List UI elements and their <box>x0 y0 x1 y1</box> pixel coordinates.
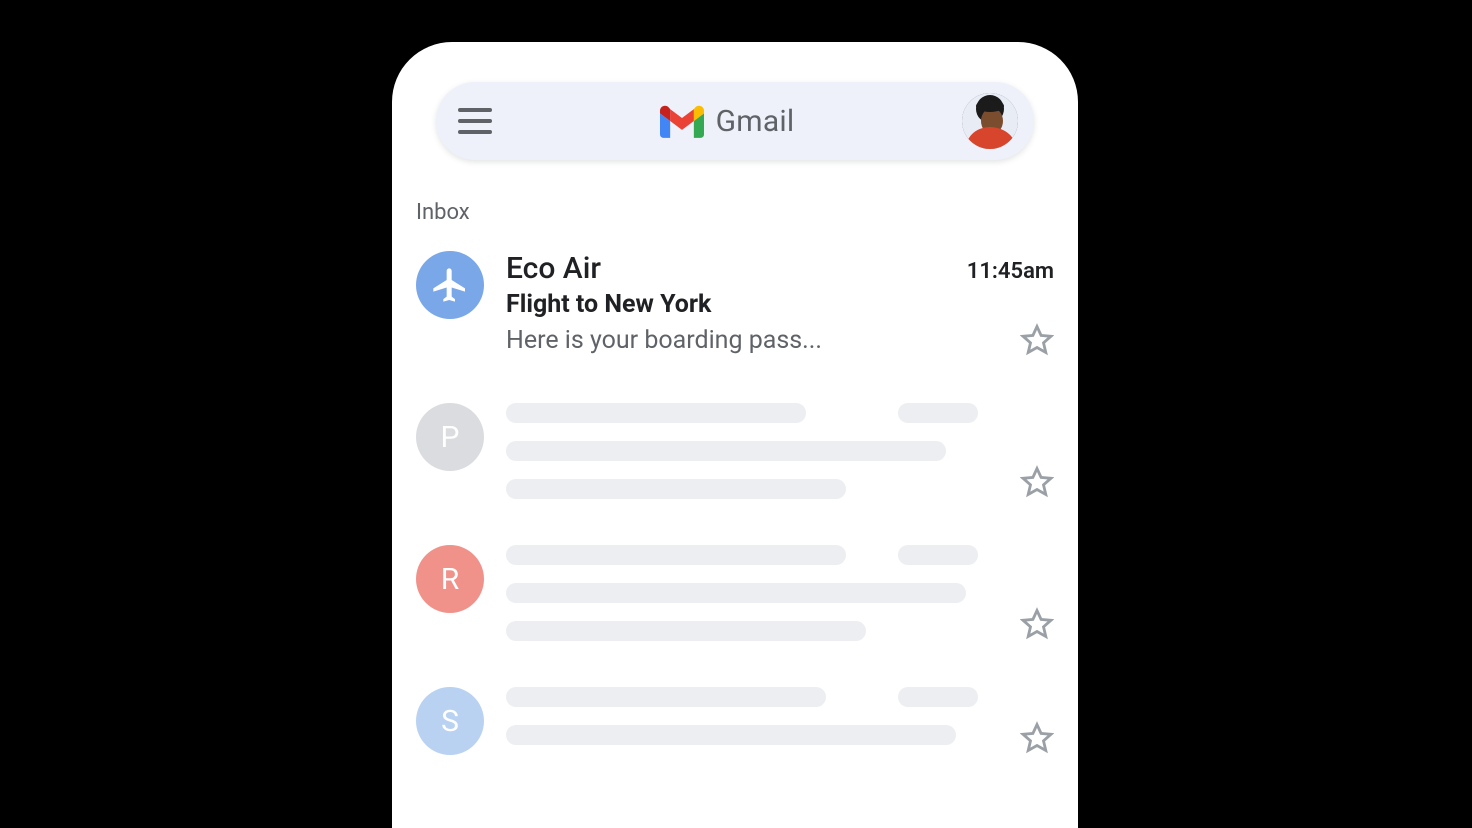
skeleton-body <box>506 545 978 641</box>
email-list: Eco Air 11:45am Flight to New York Here … <box>392 233 1078 755</box>
skeleton-line <box>898 403 978 423</box>
star-icon[interactable] <box>1020 607 1054 641</box>
stage: Gmail Inbox Eco Air <box>0 0 1472 828</box>
skeleton-line <box>506 479 846 499</box>
airplane-icon <box>416 251 484 319</box>
skeleton-line <box>898 687 978 707</box>
avatar-image <box>962 93 1018 149</box>
email-subject: Flight to New York <box>506 290 1054 319</box>
avatar-initial: R <box>416 545 484 613</box>
gmail-logo-icon <box>660 104 704 138</box>
account-avatar[interactable] <box>962 93 1018 149</box>
email-row-skeleton[interactable]: R <box>416 525 1054 667</box>
email-row-featured[interactable]: Eco Air 11:45am Flight to New York Here … <box>416 233 1054 383</box>
brand: Gmail <box>492 104 962 139</box>
phone-frame: Gmail Inbox Eco Air <box>392 42 1078 828</box>
email-row-skeleton[interactable]: P <box>416 383 1054 525</box>
skeleton-body <box>506 687 978 755</box>
skeleton-line <box>506 545 846 565</box>
email-time: 11:45am <box>967 259 1054 284</box>
avatar-initial: S <box>416 687 484 755</box>
skeleton-body <box>506 403 978 499</box>
skeleton-line <box>506 621 866 641</box>
star-icon[interactable] <box>1020 465 1054 499</box>
brand-name: Gmail <box>716 104 795 139</box>
avatar-initial: P <box>416 403 484 471</box>
email-preview: Here is your boarding pass... <box>506 326 1000 355</box>
sender-name: Eco Air <box>506 251 967 286</box>
email-row-skeleton[interactable]: S <box>416 667 1054 755</box>
skeleton-line <box>506 441 946 461</box>
skeleton-line <box>898 545 978 565</box>
skeleton-line <box>506 403 806 423</box>
star-icon[interactable] <box>1020 323 1054 357</box>
menu-icon[interactable] <box>458 108 492 134</box>
star-icon[interactable] <box>1020 721 1054 755</box>
skeleton-line <box>506 725 956 745</box>
email-row-body: Eco Air 11:45am Flight to New York Here … <box>506 251 1054 357</box>
search-bar[interactable]: Gmail <box>436 82 1034 160</box>
skeleton-line <box>506 583 966 603</box>
skeleton-line <box>506 687 826 707</box>
inbox-label: Inbox <box>416 200 1078 225</box>
